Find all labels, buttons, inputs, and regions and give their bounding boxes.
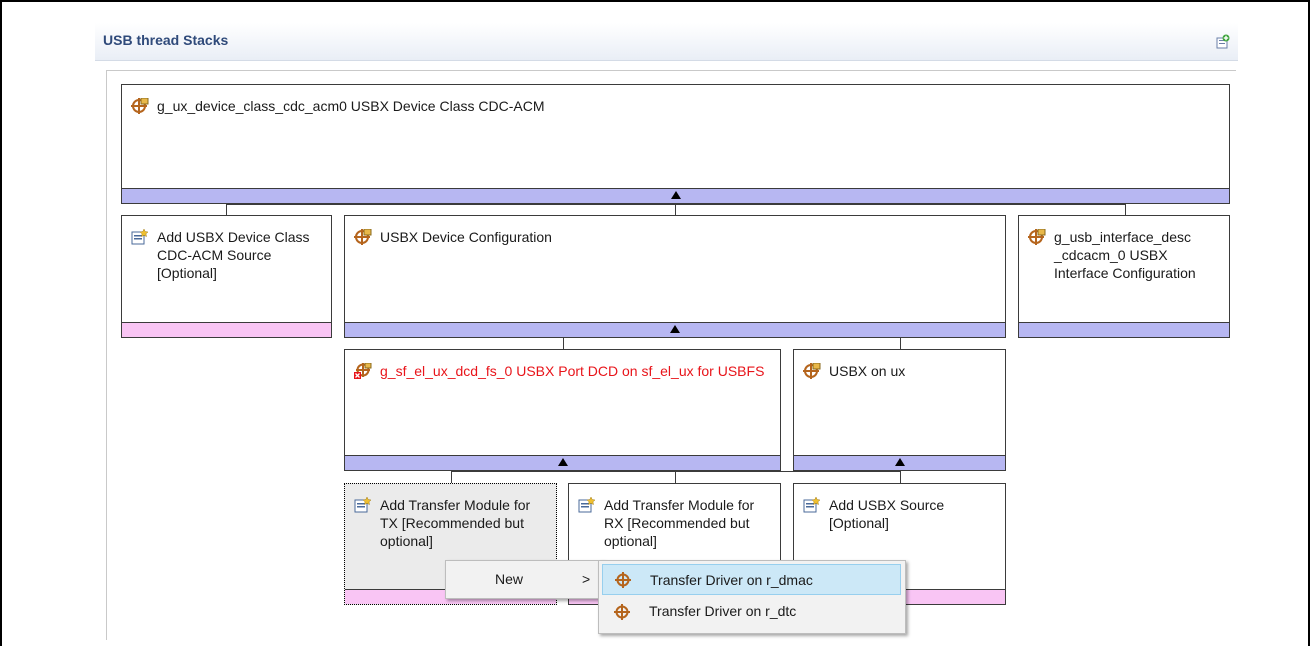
connector xyxy=(451,471,901,472)
module-cdc-acm[interactable]: g_ux_device_class_cdc_acm0 USBX Device C… xyxy=(121,84,1230,204)
collapse-icon[interactable] xyxy=(557,458,568,466)
add-module-icon xyxy=(803,497,821,513)
add-module-icon xyxy=(578,497,596,513)
menu-item-label: Transfer Driver on r_dmac xyxy=(650,572,813,588)
connector xyxy=(226,204,227,215)
module-label: g_ux_device_class_cdc_acm0 USBX Device C… xyxy=(157,98,545,114)
module-icon xyxy=(614,604,630,620)
expand-bar[interactable] xyxy=(794,455,1005,470)
menu-item-label: Transfer Driver on r_dtc xyxy=(649,603,797,619)
connector xyxy=(226,204,1126,205)
canvas-left-border xyxy=(106,70,107,640)
menu-item-r-dmac[interactable]: Transfer Driver on r_dmac xyxy=(602,564,901,595)
context-menu: New > xyxy=(445,560,605,599)
module-label: USBX Device Configuration xyxy=(380,229,552,245)
module-label: g_sf_el_ux_dcd_fs_0 USBX Port DCD on sf_… xyxy=(380,363,765,379)
module-icon xyxy=(615,572,631,588)
module-usbx-on-ux[interactable]: USBX on ux xyxy=(793,349,1006,471)
module-icon xyxy=(354,229,372,245)
expand-bar[interactable] xyxy=(122,188,1229,203)
module-icon xyxy=(803,363,821,379)
module-interface-desc[interactable]: g_usb_interface_desc _cdcacm_0 USBX Inte… xyxy=(1018,215,1230,338)
connector xyxy=(451,471,452,483)
module-icon xyxy=(131,98,149,114)
page-title: USB thread Stacks xyxy=(103,32,229,48)
module-label: g_usb_interface_desc _cdcacm_0 USBX Inte… xyxy=(1054,229,1196,281)
connector xyxy=(675,471,676,483)
module-icon xyxy=(1028,229,1046,245)
collapse-icon[interactable] xyxy=(670,191,681,199)
expand-bar[interactable] xyxy=(1019,322,1229,337)
connector xyxy=(675,204,676,215)
expand-bar[interactable] xyxy=(345,322,1005,337)
module-add-cdc-source[interactable]: Add USBX Device Class CDC-ACM Source [Op… xyxy=(121,215,332,338)
submenu-arrow-icon: > xyxy=(582,571,591,587)
module-port-dcd[interactable]: g_sf_el_ux_dcd_fs_0 USBX Port DCD on sf_… xyxy=(344,349,781,471)
optional-bar xyxy=(122,322,331,337)
module-device-config[interactable]: USBX Device Configuration xyxy=(344,215,1006,338)
add-stack-icon[interactable] xyxy=(1216,34,1230,49)
menu-item-r-dtc[interactable]: Transfer Driver on r_dtc xyxy=(602,597,901,628)
module-label: Add Transfer Module for RX [Recommended … xyxy=(604,497,755,549)
module-label: USBX on ux xyxy=(829,363,906,379)
connector xyxy=(1125,204,1126,215)
expand-bar[interactable] xyxy=(345,455,780,470)
add-module-icon xyxy=(354,497,372,513)
collapse-icon[interactable] xyxy=(670,325,680,333)
connector xyxy=(563,337,564,349)
menu-item-new-label: New xyxy=(495,571,524,587)
module-label: Add Transfer Module for TX [Recommended … xyxy=(380,497,531,549)
module-error-icon xyxy=(354,363,372,379)
collapse-icon[interactable] xyxy=(894,458,905,466)
connector xyxy=(900,337,901,349)
canvas-top-border xyxy=(106,70,1236,71)
module-label: Add USBX Source [Optional] xyxy=(829,497,945,531)
module-label: Add USBX Device Class CDC-ACM Source [Op… xyxy=(157,229,310,281)
connector xyxy=(900,471,901,483)
menu-item-new[interactable]: New > xyxy=(447,562,603,597)
stacks-header: USB thread Stacks xyxy=(95,23,1238,61)
submenu: Transfer Driver on r_dmac Transfer Drive… xyxy=(598,560,906,634)
add-module-icon xyxy=(131,229,149,245)
